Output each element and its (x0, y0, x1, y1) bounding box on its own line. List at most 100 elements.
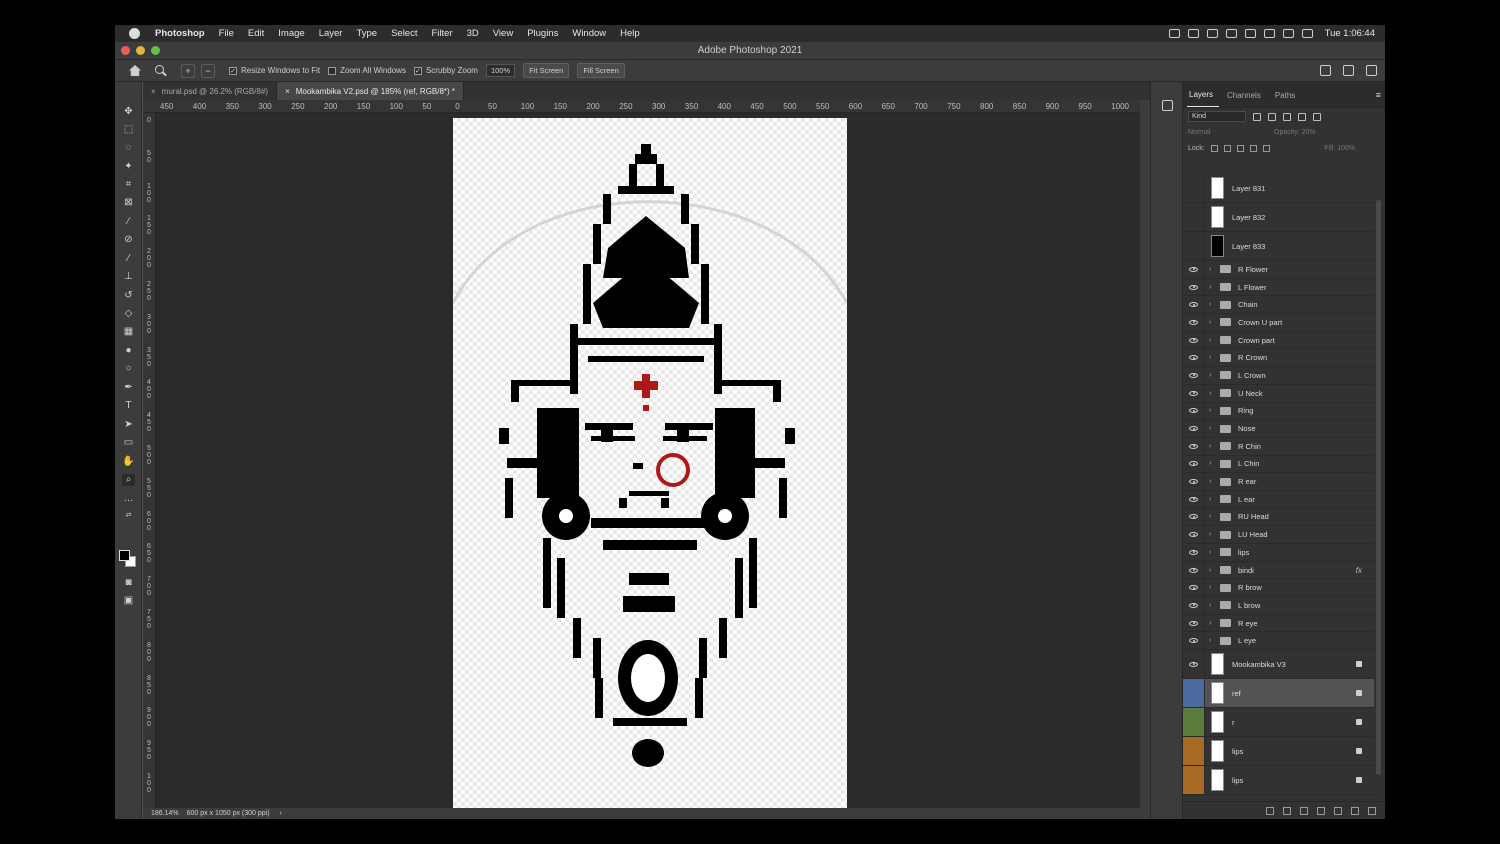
home-icon[interactable] (129, 65, 141, 76)
new-layer-icon[interactable] (1351, 806, 1359, 815)
visibility-toggle[interactable] (1183, 561, 1205, 579)
layer-row[interactable]: › Nose (1183, 420, 1374, 438)
new-group-icon[interactable] (1334, 806, 1342, 815)
close-tab-icon[interactable]: × (285, 87, 290, 96)
tab-mural[interactable]: × mural.psd @ 26.2% (RGB/8#) (143, 82, 278, 100)
chevron-right-icon[interactable]: › (1209, 337, 1217, 344)
chevron-right-icon[interactable]: › (1209, 425, 1217, 432)
pen-tool-icon[interactable]: ✒ (122, 382, 135, 394)
canvas-area[interactable] (156, 113, 1140, 808)
spotlight-icon[interactable] (1282, 29, 1294, 38)
layer-row[interactable]: › R brow (1183, 579, 1374, 598)
workspace-icon[interactable] (1343, 65, 1354, 76)
adjustment-filter-icon[interactable] (1268, 112, 1276, 121)
visibility-toggle[interactable] (1183, 526, 1205, 543)
blend-mode-dropdown[interactable]: Normal (1188, 129, 1274, 136)
opacity-field[interactable]: 20% (1302, 129, 1316, 136)
layer-row[interactable]: › bindi fx (1183, 561, 1374, 580)
shape-filter-icon[interactable] (1298, 112, 1306, 121)
layer-row[interactable]: › R ear (1183, 473, 1374, 491)
layer-row[interactable]: lips (1183, 737, 1374, 767)
fill-screen-button[interactable]: Fill Screen (577, 63, 625, 78)
menu-select[interactable]: Select (384, 28, 424, 39)
chevron-right-icon[interactable]: › (1209, 390, 1217, 397)
type-filter-icon[interactable] (1283, 112, 1291, 121)
visibility-toggle[interactable] (1183, 384, 1205, 402)
layer-row[interactable]: Layer 832 (1183, 203, 1374, 232)
tab-layers[interactable]: Layers (1187, 90, 1220, 107)
layer-row[interactable]: › L ear (1183, 490, 1374, 509)
zoom-all-windows-checkbox[interactable]: Zoom All Windows (328, 66, 406, 75)
visibility-toggle[interactable] (1183, 579, 1205, 597)
lock-position-icon[interactable] (1236, 144, 1244, 152)
link-layers-icon[interactable] (1266, 806, 1274, 815)
zoom-tool-icon[interactable]: ⌕ (122, 474, 135, 486)
swap-colors-icon[interactable]: ⇄ (122, 510, 135, 522)
hand-tool-icon[interactable]: ✋ (122, 456, 135, 468)
blur-tool-icon[interactable]: ● (122, 345, 135, 357)
adjustment-layer-icon[interactable] (1317, 806, 1325, 815)
chevron-right-icon[interactable]: › (1209, 301, 1217, 308)
chevron-right-icon[interactable]: › (1209, 372, 1217, 379)
lock-pixels-icon[interactable] (1223, 144, 1231, 152)
screen-record-icon[interactable] (1168, 29, 1180, 38)
menu-view[interactable]: View (486, 28, 520, 39)
visibility-toggle[interactable] (1183, 203, 1205, 231)
chevron-right-icon[interactable]: › (1209, 513, 1217, 520)
layer-row[interactable]: › LU Head (1183, 526, 1374, 544)
menu-image[interactable]: Image (271, 28, 311, 39)
visibility-toggle[interactable] (1183, 614, 1205, 632)
menu-window[interactable]: Window (565, 28, 613, 39)
wifi-icon[interactable] (1263, 29, 1275, 38)
layers-scrollbar[interactable] (1376, 200, 1381, 775)
layer-row[interactable]: lips (1183, 766, 1374, 796)
visibility-toggle[interactable] (1183, 737, 1205, 766)
lock-artboard-icon[interactable] (1249, 144, 1257, 152)
tab-paths[interactable]: Paths (1273, 91, 1301, 107)
zoom-out-icon[interactable]: − (201, 63, 215, 78)
layer-effects-icon[interactable]: fx (1356, 566, 1362, 575)
chevron-right-icon[interactable]: › (1209, 637, 1217, 644)
share-icon[interactable] (1366, 65, 1377, 76)
layer-row[interactable]: › Crown U part (1183, 314, 1374, 332)
healing-brush-tool-icon[interactable]: ⊘ (122, 234, 135, 246)
rectangle-tool-icon[interactable]: ▭ (122, 437, 135, 449)
properties-panel-icon[interactable] (1162, 100, 1173, 111)
eraser-tool-icon[interactable]: ◇ (122, 308, 135, 320)
magic-wand-tool-icon[interactable]: ✦ (122, 161, 135, 173)
menubar-clock[interactable]: Tue 1:06:44 (1325, 28, 1375, 39)
layer-row[interactable]: ref (1183, 679, 1374, 709)
visibility-toggle[interactable] (1183, 437, 1205, 455)
zoom-percent-field[interactable]: 100% (485, 64, 516, 77)
visibility-toggle[interactable] (1183, 544, 1205, 561)
zoom-tool-preset-icon[interactable] (155, 64, 171, 77)
chevron-right-icon[interactable]: › (1209, 567, 1217, 574)
pixel-filter-icon[interactable] (1253, 112, 1261, 121)
kind-filter-dropdown[interactable]: Kind (1188, 111, 1246, 122)
layer-row[interactable]: › Chain (1183, 296, 1374, 315)
visibility-toggle[interactable] (1183, 679, 1205, 708)
panel-menu-icon[interactable]: ≡ (1376, 90, 1381, 107)
more-tools-icon[interactable]: … (122, 493, 135, 505)
menu-file[interactable]: File (212, 28, 241, 39)
visibility-toggle[interactable] (1183, 597, 1205, 614)
dodge-tool-icon[interactable]: ○ (122, 363, 135, 375)
chevron-right-icon[interactable]: › (1209, 584, 1217, 591)
menu-3d[interactable]: 3D (460, 28, 486, 39)
delete-layer-icon[interactable] (1368, 806, 1376, 815)
menu-edit[interactable]: Edit (241, 28, 271, 39)
path-selection-tool-icon[interactable]: ➤ (122, 419, 135, 431)
layer-row[interactable]: Layer 831 (1183, 174, 1374, 203)
visibility-toggle[interactable] (1183, 455, 1205, 473)
chevron-right-icon[interactable]: › (1209, 620, 1217, 627)
layer-row[interactable]: › Ring (1183, 402, 1374, 421)
foreground-color-swatch[interactable] (119, 550, 130, 561)
layer-row[interactable]: Mookambika V3 (1183, 650, 1374, 680)
visibility-toggle[interactable] (1183, 349, 1205, 367)
fill-field[interactable]: 100% (1337, 145, 1355, 152)
chevron-right-icon[interactable]: › (1209, 407, 1217, 414)
canvas-scrollbar[interactable] (1140, 100, 1150, 808)
menu-type[interactable]: Type (349, 28, 384, 39)
chevron-right-icon[interactable]: › (1209, 443, 1217, 450)
chevron-right-icon[interactable]: › (1209, 549, 1217, 556)
